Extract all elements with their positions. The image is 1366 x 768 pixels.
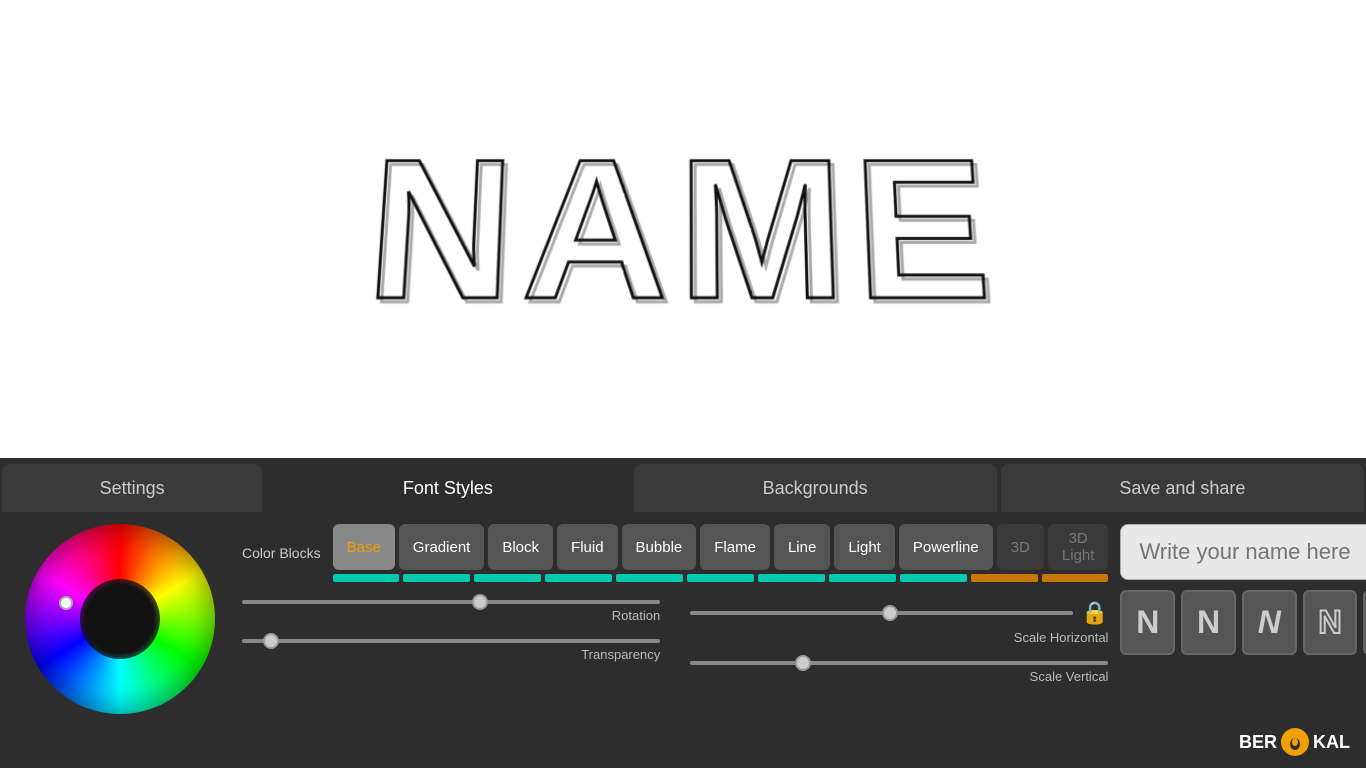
brand-name-kal: KAL [1313,732,1350,753]
color-wheel-section [10,524,230,756]
color-strips [333,574,1109,582]
strip-light [829,574,896,582]
font-style-buttons-container: Base Gradient Block Fluid Bubble Flame L… [333,524,1109,582]
transparency-track[interactable] [242,639,660,643]
color-blocks-label: Color Blocks [242,545,321,561]
color-wheel-handle[interactable] [59,596,73,610]
font-tile-0[interactable]: N [1120,590,1175,655]
tab-settings[interactable]: Settings [2,464,262,512]
strip-powerline [900,574,967,582]
font-tile-2[interactable]: N [1242,590,1297,655]
bottom-panel: Settings Font Styles Backgrounds Save an… [0,458,1366,768]
font-tile-3[interactable]: N [1303,590,1358,655]
strip-base [333,574,400,582]
scale-h-label: Scale Horizontal [690,630,1108,645]
strip-block [474,574,541,582]
btn-base[interactable]: Base [333,524,395,570]
transparency-thumb[interactable] [263,633,279,649]
scale-v-slider-row: Scale Vertical [690,661,1108,684]
scale-v-label: Scale Vertical [690,669,1108,684]
scale-h-track[interactable] [690,611,1073,615]
sliders-section: Rotation Transparency [242,600,1108,684]
lock-icon[interactable]: 🔒 [1081,600,1108,626]
brand-name-beri: BER [1239,732,1277,753]
name-input[interactable] [1120,524,1366,580]
btn-light[interactable]: Light [834,524,895,570]
tab-backgrounds[interactable]: Backgrounds [634,464,997,512]
btn-bubble[interactable]: Bubble [622,524,697,570]
right-sliders: 🔒 Scale Horizontal Scale Vertical [690,600,1108,684]
font-style-buttons: Base Gradient Block Fluid Bubble Flame L… [333,524,1109,570]
scale-h-with-lock: 🔒 [690,600,1108,626]
font-tile-1[interactable]: N [1181,590,1236,655]
font-tiles-row: N N N N N N N N [1120,590,1366,655]
rotation-thumb[interactable] [472,594,488,610]
preview-area: NAME [0,0,1366,458]
branding: BER KAL [1239,728,1350,756]
right-controls: N N N N N N N N [1120,524,1366,756]
scale-v-track[interactable] [690,661,1108,665]
transparency-slider-row: Transparency [242,639,660,662]
strip-gradient [403,574,470,582]
name-input-wrapper [1120,524,1366,580]
brand-icon [1281,728,1309,756]
strip-bubble [616,574,683,582]
rotation-label: Rotation [242,608,660,623]
strip-3d [971,574,1038,582]
left-sliders: Rotation Transparency [242,600,660,684]
transparency-label: Transparency [242,647,660,662]
color-wheel[interactable] [25,524,215,714]
tab-save-share[interactable]: Save and share [1001,464,1364,512]
tab-font-styles[interactable]: Font Styles [266,464,629,512]
btn-fluid[interactable]: Fluid [557,524,618,570]
scale-h-thumb[interactable] [882,605,898,621]
btn-3d[interactable]: 3D [997,524,1044,570]
btn-flame[interactable]: Flame [700,524,770,570]
rotation-track[interactable] [242,600,660,604]
scale-v-thumb[interactable] [795,655,811,671]
tabs-bar: Settings Font Styles Backgrounds Save an… [0,458,1366,512]
btn-gradient[interactable]: Gradient [399,524,485,570]
scale-h-slider-row: 🔒 Scale Horizontal [690,600,1108,645]
btn-3d-light[interactable]: 3D Light [1048,524,1109,570]
panel-content: Color Blocks Base Gradient Block Fluid B… [0,512,1366,768]
strip-flame [687,574,754,582]
btn-block[interactable]: Block [488,524,553,570]
btn-powerline[interactable]: Powerline [899,524,993,570]
btn-line[interactable]: Line [774,524,830,570]
strip-fluid [545,574,612,582]
main-controls: Color Blocks Base Gradient Block Fluid B… [242,524,1108,756]
strip-line [758,574,825,582]
strip-3d-light [1042,574,1109,582]
color-blocks-row: Color Blocks Base Gradient Block Fluid B… [242,524,1108,582]
graffiti-preview-text: NAME [362,132,1005,331]
rotation-slider-row: Rotation [242,600,660,623]
